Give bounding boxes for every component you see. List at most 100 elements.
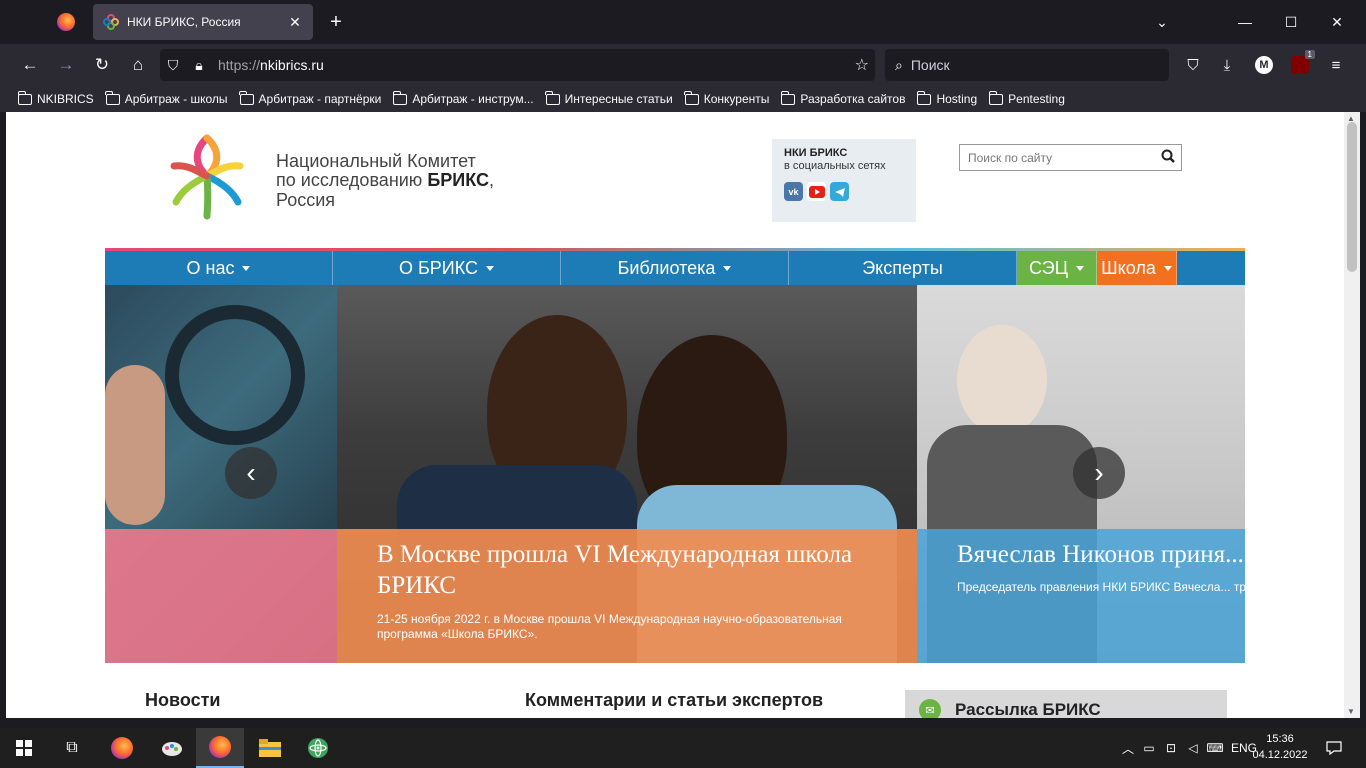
caret-down-icon — [486, 265, 495, 271]
bookmark-folder[interactable]: NKIBRICS — [17, 90, 94, 106]
folder-icon — [545, 90, 560, 105]
site-search-input[interactable]: Поиск по сайту — [959, 144, 1182, 171]
ublock-icon[interactable]: 1 — [1285, 50, 1315, 80]
slide-current[interactable]: В Москве прошла VI Международная школа Б… — [337, 285, 917, 663]
bookmark-folder[interactable]: Разработка сайтов — [780, 90, 905, 106]
close-window-icon[interactable]: ✕ — [1314, 0, 1360, 44]
file-explorer-icon[interactable] — [246, 728, 294, 768]
windows-start-icon[interactable] — [0, 728, 48, 768]
folder-icon — [239, 90, 254, 105]
page-scrollbar[interactable]: ▲ ▼ — [1344, 112, 1360, 718]
clock-date: 04.12.2022 — [1252, 748, 1308, 761]
bookmark-folder[interactable]: Конкуренты — [684, 90, 769, 106]
menu-item-library[interactable]: Библиотека — [561, 251, 789, 285]
scrollbar-thumb[interactable] — [1347, 122, 1357, 272]
downloads-icon[interactable]: ⤓ — [1212, 50, 1242, 80]
keyboard-icon[interactable]: ⌨ — [1204, 741, 1226, 755]
list-all-tabs-icon[interactable]: ⌄ — [1148, 8, 1176, 36]
windows-taskbar: ⧉ ︿ ▭ ⊡ ◁ ⌨ ENG 15:36 04.12.2022 — [0, 728, 1366, 768]
folder-icon — [17, 90, 32, 105]
forward-icon[interactable]: → — [51, 50, 81, 80]
vk-icon[interactable]: vk — [784, 182, 803, 201]
news-heading: Новости — [145, 690, 221, 710]
new-tab-button[interactable]: + — [322, 8, 350, 36]
task-view-icon[interactable]: ⧉ — [48, 728, 96, 768]
menu-item-about-us[interactable]: О нас — [105, 251, 333, 285]
network-icon[interactable]: ⊡ — [1160, 741, 1182, 755]
account-initial: M — [1255, 56, 1273, 74]
news-slider: В Москве прошла VI Международная школа Б… — [105, 285, 1245, 663]
main-menu: О нас О БРИКС Библиотека Эксперты СЭЦ Шк… — [105, 248, 1245, 285]
menu-item-experts[interactable]: Эксперты — [789, 251, 1017, 285]
window-controls: — ☐ ✕ — [1222, 0, 1360, 44]
folder-icon — [684, 90, 699, 105]
slide-previous[interactable] — [105, 285, 337, 663]
maximize-icon[interactable]: ☐ — [1268, 0, 1314, 44]
caret-down-icon — [1076, 265, 1085, 271]
firefox-view-button[interactable] — [52, 8, 80, 36]
account-icon[interactable]: M — [1249, 50, 1279, 80]
tab-title: НКИ БРИКС, Россия — [127, 15, 241, 29]
tab-active[interactable]: НКИ БРИКС, Россия ✕ — [93, 4, 313, 40]
url-bar[interactable]: ⛉ 🔒︎ https://nkibrics.ru ☆ — [160, 49, 875, 81]
newsletter-title: Рассылка БРИКС — [955, 700, 1101, 718]
browser-search-input[interactable]: ⌕ Поиск — [885, 49, 1169, 81]
notifications-icon[interactable] — [1310, 728, 1358, 768]
back-icon[interactable]: ← — [15, 50, 45, 80]
newsletter-box[interactable]: ✉ Рассылка БРИКС — [905, 690, 1227, 718]
reload-icon[interactable]: ↻ — [87, 50, 117, 80]
menu-item-school[interactable]: Школа — [1097, 251, 1177, 285]
chevron-up-icon[interactable]: ︿ — [1118, 740, 1138, 757]
navigation-toolbar: ← → ↻ ⌂ ⛉ 🔒︎ https://nkibrics.ru ☆ ⌕ Пои… — [0, 44, 1366, 86]
slide-title[interactable]: Вячеслав Никонов приня... VI Международн… — [957, 539, 1245, 570]
tab-close-icon[interactable]: ✕ — [287, 14, 303, 31]
bookmark-folder[interactable]: Арбитраж - инструм... — [392, 90, 534, 106]
menu-item-about-brics[interactable]: О БРИКС — [333, 251, 561, 285]
brics-logo[interactable] — [168, 130, 246, 224]
folder-icon — [392, 90, 408, 105]
clock[interactable]: 15:36 04.12.2022 — [1252, 732, 1308, 764]
tab-bar: НКИ БРИКС, Россия ✕ + ⌄ — ☐ ✕ — [0, 0, 1366, 44]
slide-caption: Вячеслав Никонов приня... VI Международн… — [917, 529, 1245, 663]
search-icon: ⌕ — [895, 56, 903, 73]
scroll-down-icon[interactable]: ▼ — [1347, 707, 1355, 716]
clock-time: 15:36 — [1266, 733, 1294, 745]
youtube-icon[interactable] — [807, 182, 826, 201]
firefox-taskbar-icon[interactable] — [98, 728, 146, 768]
firefox-icon — [57, 13, 75, 31]
window-right-edge — [1360, 112, 1366, 728]
atom-app-icon[interactable] — [294, 728, 342, 768]
system-tray: ︿ ▭ ⊡ ◁ ⌨ ENG — [1118, 728, 1262, 768]
volume-icon[interactable]: ◁ — [1182, 741, 1204, 755]
bookmark-folder[interactable]: Арбитраж - школы — [105, 90, 228, 106]
battery-icon[interactable]: ▭ — [1138, 741, 1160, 755]
search-icon[interactable] — [1161, 149, 1175, 166]
organization-name[interactable]: Национальный Комитет по исследованию БРИ… — [276, 151, 494, 210]
slider-prev-button[interactable]: ‹ — [225, 447, 277, 499]
slide-caption — [105, 529, 337, 663]
url-text[interactable]: https://nkibrics.ru — [218, 57, 324, 73]
bookmark-folder[interactable]: Арбитраж - партнёрки — [239, 90, 381, 106]
shield-icon[interactable]: ⛉ — [160, 57, 186, 74]
minimize-icon[interactable]: — — [1222, 0, 1268, 44]
folder-icon — [105, 90, 120, 105]
bookmark-folder[interactable]: Hosting — [916, 90, 977, 106]
hamburger-menu-icon[interactable]: ≡ — [1321, 50, 1351, 80]
social-title: НКИ БРИКС — [784, 147, 848, 159]
slide-title[interactable]: В Москве прошла VI Международная школа Б… — [377, 539, 877, 602]
folder-icon — [988, 90, 1004, 105]
menu-item-sec[interactable]: СЭЦ — [1017, 251, 1097, 285]
bookmark-folder[interactable]: Pentesting — [988, 90, 1065, 106]
extension-badge-count: 1 — [1304, 50, 1315, 59]
social-networks-box: НКИ БРИКС в социальных сетях vk — [772, 139, 916, 222]
slide-text: Председатель правления НКИ БРИКС Вячесла… — [957, 580, 1245, 595]
pocket-icon[interactable]: ⛉ — [1178, 50, 1208, 80]
slider-next-button[interactable]: › — [1073, 447, 1125, 499]
bookmark-star-icon[interactable]: ☆ — [855, 55, 869, 75]
firefox-active-taskbar-icon[interactable] — [196, 728, 244, 768]
paint-app-icon[interactable] — [148, 728, 196, 768]
telegram-icon[interactable] — [830, 182, 849, 201]
bookmark-folder[interactable]: Интересные статьи — [545, 90, 673, 106]
home-icon[interactable]: ⌂ — [123, 50, 153, 80]
lock-icon[interactable]: 🔒︎ — [186, 57, 212, 74]
